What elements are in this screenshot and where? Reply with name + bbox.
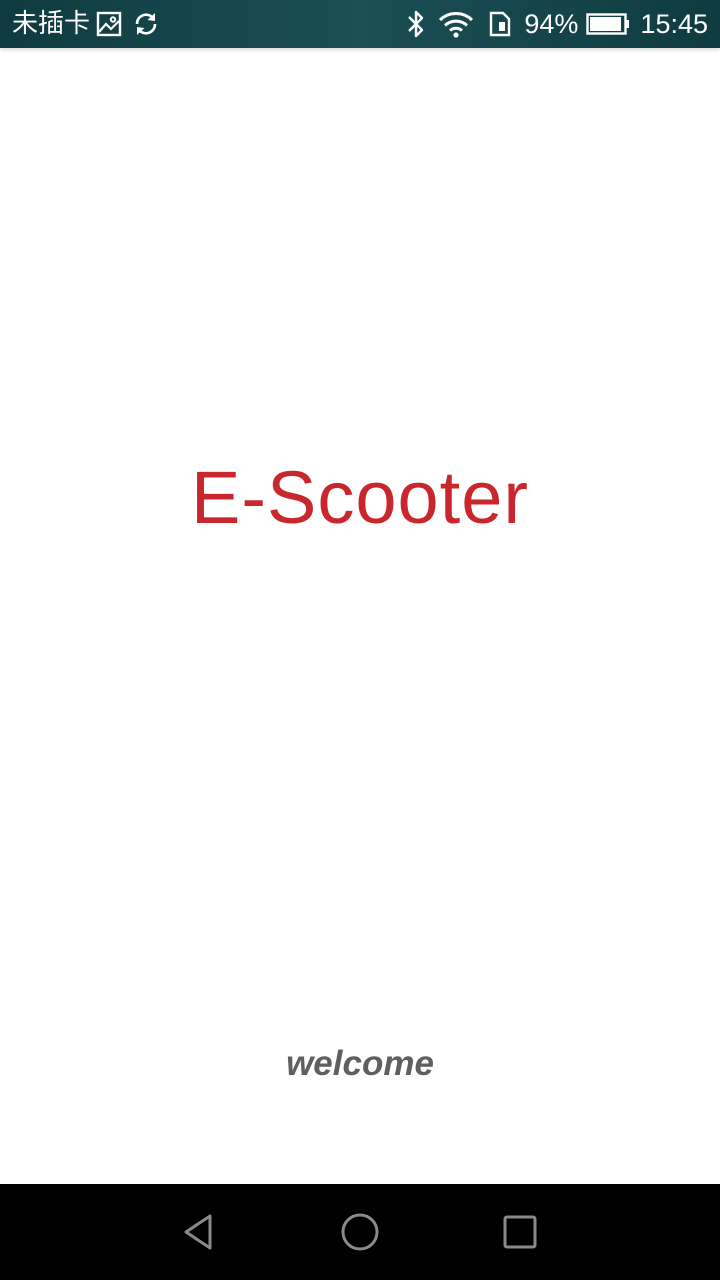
back-icon <box>180 1212 220 1252</box>
home-icon <box>340 1212 380 1252</box>
sim-icon <box>488 11 512 37</box>
app-title: E-Scooter <box>190 456 530 539</box>
status-bar: 未插卡 94% 15:45 <box>0 0 720 48</box>
splash-screen: 未插卡 94% 15:45 E-Scooter welcome <box>0 0 720 1280</box>
carrier-label: 未插卡 <box>12 9 91 39</box>
recents-icon <box>500 1212 540 1252</box>
bluetooth-icon <box>406 9 426 39</box>
battery-percent: 94% <box>524 9 579 39</box>
battery-icon <box>586 12 630 36</box>
back-button[interactable] <box>180 1212 220 1252</box>
navigation-bar <box>0 1184 720 1280</box>
wifi-icon <box>438 10 474 38</box>
clock: 15:45 <box>640 9 708 39</box>
recents-button[interactable] <box>500 1212 540 1252</box>
welcome-text: welcome <box>286 1044 434 1083</box>
status-bar-right: 94% 15:45 <box>406 0 708 48</box>
image-icon <box>96 11 122 37</box>
sync-icon <box>132 10 160 38</box>
home-button[interactable] <box>340 1212 380 1252</box>
status-bar-left: 未插卡 <box>12 0 160 48</box>
